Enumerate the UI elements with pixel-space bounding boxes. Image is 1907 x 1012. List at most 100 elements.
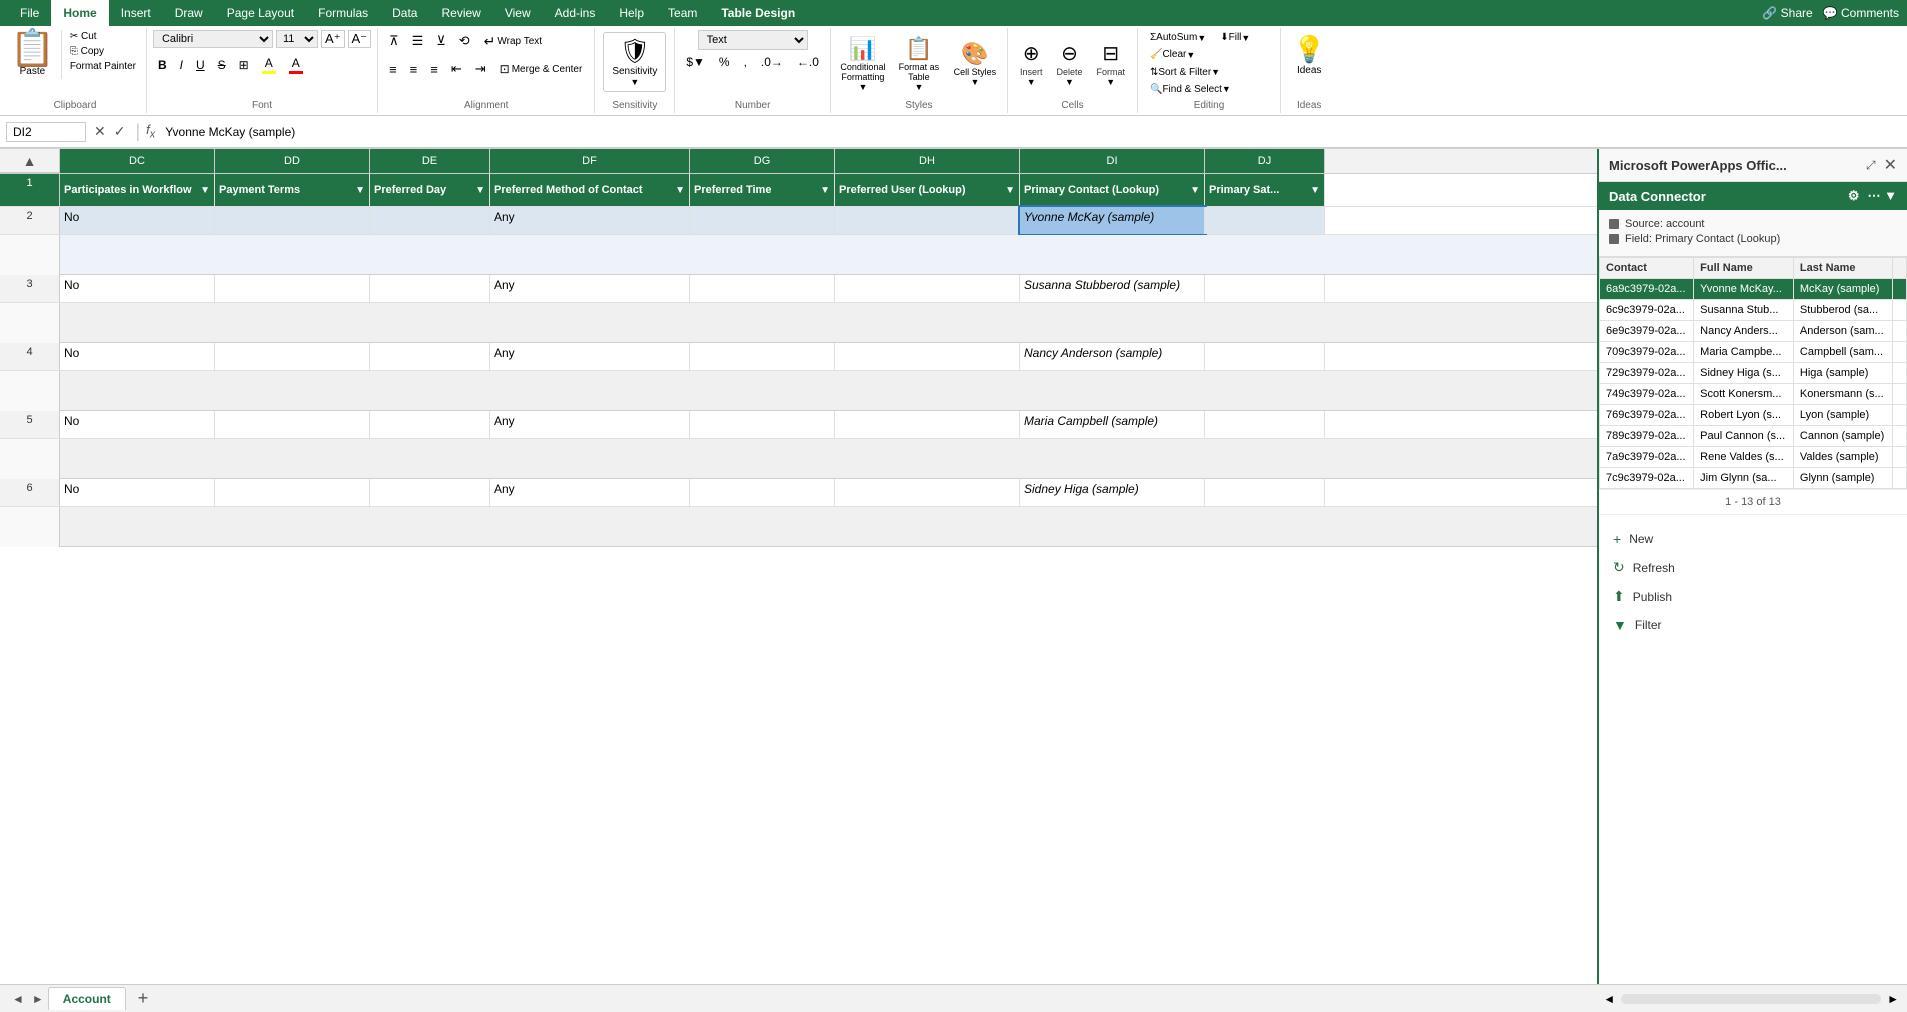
formula-input[interactable]: [161, 125, 1901, 139]
col-header-dg[interactable]: DG: [690, 149, 835, 173]
bold-button[interactable]: B: [153, 56, 172, 74]
font-increase-button[interactable]: A⁺: [321, 30, 345, 48]
tab-addins[interactable]: Add-ins: [543, 0, 608, 26]
tab-view[interactable]: View: [493, 0, 543, 26]
tab-file[interactable]: File: [8, 0, 51, 26]
align-left-button[interactable]: ≡: [384, 59, 402, 80]
add-sheet-button[interactable]: +: [130, 988, 157, 1009]
refresh-action[interactable]: ↻ Refresh: [1609, 553, 1897, 582]
table-row[interactable]: 709c3979-02a... Maria Campbe... Campbell…: [1600, 342, 1907, 363]
percent-button[interactable]: %: [714, 53, 735, 71]
format-painter-button[interactable]: Format Painter: [66, 60, 140, 73]
filter-dc[interactable]: ▼: [200, 185, 210, 196]
header-cell-dg[interactable]: Preferred Time ▼: [690, 174, 835, 206]
col-header-di[interactable]: DI: [1020, 149, 1205, 173]
italic-button[interactable]: I: [175, 56, 188, 74]
row-header-5[interactable]: 5: [0, 411, 60, 438]
cell-6-df[interactable]: Any: [490, 479, 690, 506]
cell-styles-button[interactable]: 🎨 Cell Styles ▼: [949, 38, 1001, 90]
autosum-button[interactable]: Σ AutoSum ▼: [1144, 30, 1212, 45]
font-family-select[interactable]: Calibri: [153, 30, 273, 48]
cell-4-df[interactable]: Any: [490, 343, 690, 370]
cell-2-dh[interactable]: [835, 207, 1020, 234]
cell-3-dj[interactable]: [1205, 275, 1325, 302]
cell-4-dj[interactable]: [1205, 343, 1325, 370]
comments-button[interactable]: 💬 Comments: [1823, 6, 1899, 20]
share-button[interactable]: 🔗 Share: [1762, 6, 1812, 20]
wrap-text-button[interactable]: ↵ Wrap Text: [478, 31, 548, 52]
h-scroll-right[interactable]: ►: [1887, 992, 1899, 1006]
h-scroll-left[interactable]: ◄: [1603, 992, 1615, 1006]
cell-6-dg[interactable]: [690, 479, 835, 506]
header-cell-dj[interactable]: Primary Sat... ▼: [1205, 174, 1325, 206]
clear-button[interactable]: 🧹 Clear ▼: [1144, 47, 1201, 62]
header-cell-dd[interactable]: Payment Terms ▼: [215, 174, 370, 206]
filter-dh[interactable]: ▼: [1005, 185, 1015, 196]
h-scrollbar[interactable]: [1621, 994, 1881, 1004]
cell-4-dg[interactable]: [690, 343, 835, 370]
underline-button[interactable]: U: [191, 56, 210, 74]
tab-data[interactable]: Data: [380, 0, 429, 26]
tab-team[interactable]: Team: [656, 0, 709, 26]
cell-3-di[interactable]: Susanna Stubberod (sample): [1020, 275, 1205, 302]
cell-5-dd[interactable]: [215, 411, 370, 438]
cell-4-di[interactable]: Nancy Anderson (sample): [1020, 343, 1205, 370]
border-button[interactable]: ⊞: [234, 56, 254, 74]
find-select-button[interactable]: 🔍 Find & Select ▼: [1144, 82, 1237, 97]
font-decrease-button[interactable]: A⁻: [348, 30, 372, 48]
cell-5-de[interactable]: [370, 411, 490, 438]
tab-draw[interactable]: Draw: [163, 0, 215, 26]
col-header-df[interactable]: DF: [490, 149, 690, 173]
tab-review[interactable]: Review: [429, 0, 492, 26]
dc-more-icon[interactable]: ⋯ ▼: [1868, 188, 1897, 204]
font-size-select[interactable]: 11: [276, 30, 318, 48]
formula-cancel-icon[interactable]: ✓: [110, 123, 130, 140]
comma-button[interactable]: ,: [739, 53, 752, 71]
col-header-de[interactable]: DE: [370, 149, 490, 173]
align-right-button[interactable]: ≡: [425, 59, 443, 80]
cell-2-de[interactable]: [370, 207, 490, 234]
cell-2-di[interactable]: Yvonne McKay (sample): [1020, 207, 1205, 234]
filter-action[interactable]: ▼ Filter: [1609, 611, 1897, 639]
cell-6-dc[interactable]: No: [60, 479, 215, 506]
tab-page-layout[interactable]: Page Layout: [215, 0, 306, 26]
cell-4-dh[interactable]: [835, 343, 1020, 370]
increase-indent-button[interactable]: ⇥: [470, 58, 491, 80]
cell-2-dg[interactable]: [690, 207, 835, 234]
sort-filter-button[interactable]: ⇅ Sort & Filter ▼: [1144, 65, 1226, 80]
cell-5-di[interactable]: Maria Campbell (sample): [1020, 411, 1205, 438]
merge-center-button[interactable]: ⊡ Merge & Center: [494, 60, 589, 78]
cell-5-dj[interactable]: [1205, 411, 1325, 438]
tab-insert[interactable]: Insert: [109, 0, 163, 26]
cell-3-dd[interactable]: [215, 275, 370, 302]
cell-reference-input[interactable]: [6, 122, 86, 142]
table-row[interactable]: 6c9c3979-02a... Susanna Stub... Stubbero…: [1600, 300, 1907, 321]
row-header-6[interactable]: 6: [0, 479, 60, 506]
filter-dd[interactable]: ▼: [355, 185, 365, 196]
cell-5-dg[interactable]: [690, 411, 835, 438]
decrease-decimal-button[interactable]: ←.0: [792, 53, 824, 71]
align-bottom-button[interactable]: ⊻: [431, 30, 451, 52]
col-header-dj[interactable]: DJ: [1205, 149, 1325, 173]
cell-4-dd[interactable]: [215, 343, 370, 370]
paste-button[interactable]: 📋 Paste: [10, 30, 62, 79]
conditional-formatting-button[interactable]: 📊 ConditionalFormatting ▼: [837, 33, 889, 95]
filter-df[interactable]: ▼: [675, 185, 685, 196]
col-header-dd[interactable]: DD: [215, 149, 370, 173]
table-row[interactable]: 7a9c3979-02a... Rene Valdes (s... Valdes…: [1600, 447, 1907, 468]
cell-3-de[interactable]: [370, 275, 490, 302]
cell-5-dc[interactable]: No: [60, 411, 215, 438]
cell-6-di[interactable]: Sidney Higa (sample): [1020, 479, 1205, 506]
dc-gear-icon[interactable]: ⚙: [1848, 188, 1860, 204]
cell-3-dc[interactable]: No: [60, 275, 215, 302]
panel-close-icon[interactable]: ✕: [1884, 155, 1897, 175]
cell-5-df[interactable]: Any: [490, 411, 690, 438]
cell-2-dj[interactable]: [1205, 207, 1325, 234]
row-header-1[interactable]: 1: [0, 174, 60, 206]
format-button[interactable]: ⊟ Format ▼: [1090, 39, 1131, 89]
cell-2-dc[interactable]: No: [60, 207, 215, 234]
table-row[interactable]: 789c3979-02a... Paul Cannon (s... Cannon…: [1600, 426, 1907, 447]
sheet-nav-left[interactable]: ◄: [8, 992, 28, 1006]
tab-formulas[interactable]: Formulas: [306, 0, 380, 26]
font-color-button[interactable]: A: [284, 54, 308, 76]
